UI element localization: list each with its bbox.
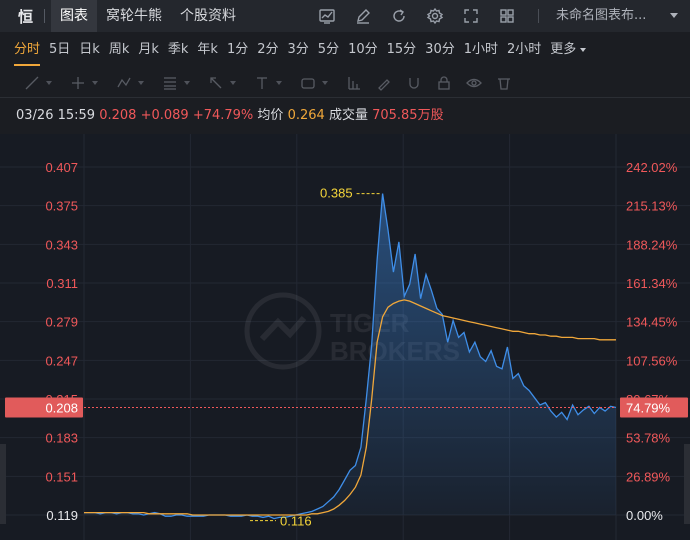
y-tick-pct: 215.13% xyxy=(626,199,678,214)
chevron-down-icon[interactable] xyxy=(670,13,678,18)
y-tick-price: 0.151 xyxy=(45,469,78,484)
intraday-chart[interactable]: TIGER BROKERS 0.407242.02%0.375215.13%0.… xyxy=(0,134,690,540)
divider xyxy=(44,9,45,23)
chart-canvas[interactable]: TIGER BROKERS 0.407242.02%0.375215.13%0.… xyxy=(0,134,690,540)
y-tick-pct: 161.34% xyxy=(626,276,678,291)
shape-tool-icon[interactable] xyxy=(300,73,346,93)
last-price-tag-text: 0.208 xyxy=(45,400,78,415)
fullscreen-icon[interactable] xyxy=(460,5,482,27)
chart-indicator-icon[interactable] xyxy=(316,5,338,27)
refresh-icon[interactable] xyxy=(388,5,410,27)
period-year[interactable]: 年k xyxy=(197,32,218,68)
fib-tool-icon[interactable] xyxy=(162,73,208,93)
y-tick-pct: 0.00% xyxy=(626,508,663,523)
eye-icon[interactable] xyxy=(466,73,496,93)
magnet-icon[interactable] xyxy=(406,73,436,93)
y-tick-pct: 134.45% xyxy=(626,315,678,330)
period-2min[interactable]: 2分 xyxy=(257,32,278,68)
y-tick-price: 0.247 xyxy=(45,353,78,368)
y-tick-price: 0.343 xyxy=(45,237,78,252)
gear-icon[interactable] xyxy=(424,5,446,27)
quote-change-pct: +74.79% xyxy=(192,108,254,123)
period-5d[interactable]: 5日 xyxy=(49,32,70,68)
y-tick-pct: 242.02% xyxy=(626,160,678,175)
layout-selector[interactable]: 未命名图表布... xyxy=(556,0,646,32)
y-tick-price: 0.407 xyxy=(45,160,78,175)
top-bar: 恒 图表 窝轮牛熊 个股资料 未命名图表布... xyxy=(0,0,690,32)
low-label: 0.116 xyxy=(280,514,312,529)
pencil-icon[interactable] xyxy=(352,5,374,27)
chart-toolbar xyxy=(316,0,532,32)
period-1hour[interactable]: 1小时 xyxy=(464,32,498,68)
trash-icon[interactable] xyxy=(496,73,526,93)
lock-icon[interactable] xyxy=(436,73,466,93)
y-tick-pct: 188.24% xyxy=(626,237,678,252)
y-tick-pct: 107.56% xyxy=(626,353,678,368)
pattern-tool-icon[interactable] xyxy=(116,73,162,93)
period-quarter[interactable]: 季k xyxy=(168,32,189,68)
period-2hour[interactable]: 2小时 xyxy=(507,32,541,68)
left-panel-handle[interactable] xyxy=(0,444,6,524)
measure-tool-icon[interactable] xyxy=(346,73,376,93)
quote-price: 0.208 xyxy=(99,108,137,123)
period-day[interactable]: 日k xyxy=(79,32,100,68)
y-tick-price: 0.311 xyxy=(46,276,78,291)
app-logo: 恒 xyxy=(18,7,34,26)
period-3min[interactable]: 3分 xyxy=(288,32,309,68)
quote-datetime: 03/26 15:59 xyxy=(16,108,96,123)
period-5min[interactable]: 5分 xyxy=(318,32,339,68)
period-more[interactable]: 更多 xyxy=(550,32,576,68)
brush-tool-icon[interactable] xyxy=(376,73,406,93)
period-intraday[interactable]: 分时 xyxy=(14,32,41,68)
cursor-tool-icon[interactable] xyxy=(70,73,116,93)
text-tool-icon[interactable] xyxy=(254,73,300,93)
line-tool-icon[interactable] xyxy=(24,73,70,93)
period-month[interactable]: 月k xyxy=(138,32,159,68)
y-tick-price: 0.279 xyxy=(45,315,78,330)
volume-label: 成交量 xyxy=(328,108,368,123)
y-tick-pct: 26.89% xyxy=(626,469,671,484)
tab-warrants[interactable]: 窝轮牛熊 xyxy=(97,0,171,32)
period-week[interactable]: 周k xyxy=(109,32,130,68)
avg-price-value: 0.264 xyxy=(287,108,325,123)
y-tick-pct: 53.78% xyxy=(626,431,671,446)
period-30min[interactable]: 30分 xyxy=(425,32,455,68)
last-pct-tag-text: 74.79% xyxy=(626,400,671,415)
chevron-down-icon[interactable] xyxy=(580,48,587,52)
tab-company-info[interactable]: 个股资料 xyxy=(171,0,245,32)
divider xyxy=(538,9,539,23)
y-tick-price: 0.119 xyxy=(46,508,78,523)
high-label: 0.385 xyxy=(320,186,353,201)
y-tick-price: 0.375 xyxy=(45,199,78,214)
period-selector: 分时 5日 日k 周k 月k 季k 年k 1分 2分 3分 5分 10分 15分… xyxy=(0,32,690,68)
right-panel-handle[interactable] xyxy=(684,444,690,524)
layout-grid-icon[interactable] xyxy=(496,5,518,27)
volume-value: 705.85万股 xyxy=(372,108,444,123)
tab-chart[interactable]: 图表 xyxy=(51,0,97,32)
quote-change: +0.089 xyxy=(140,108,189,123)
period-1min[interactable]: 1分 xyxy=(227,32,248,68)
arrow-tool-icon[interactable] xyxy=(208,73,254,93)
period-10min[interactable]: 10分 xyxy=(348,32,378,68)
period-15min[interactable]: 15分 xyxy=(387,32,417,68)
drawing-toolbar xyxy=(0,68,690,98)
y-tick-price: 0.183 xyxy=(45,431,78,446)
quote-info-line: 03/26 15:59 0.208 +0.089 +74.79% 均价 0.26… xyxy=(0,98,690,134)
avg-price-label: 均价 xyxy=(257,108,284,123)
high-marker: 0.385 xyxy=(320,186,381,201)
